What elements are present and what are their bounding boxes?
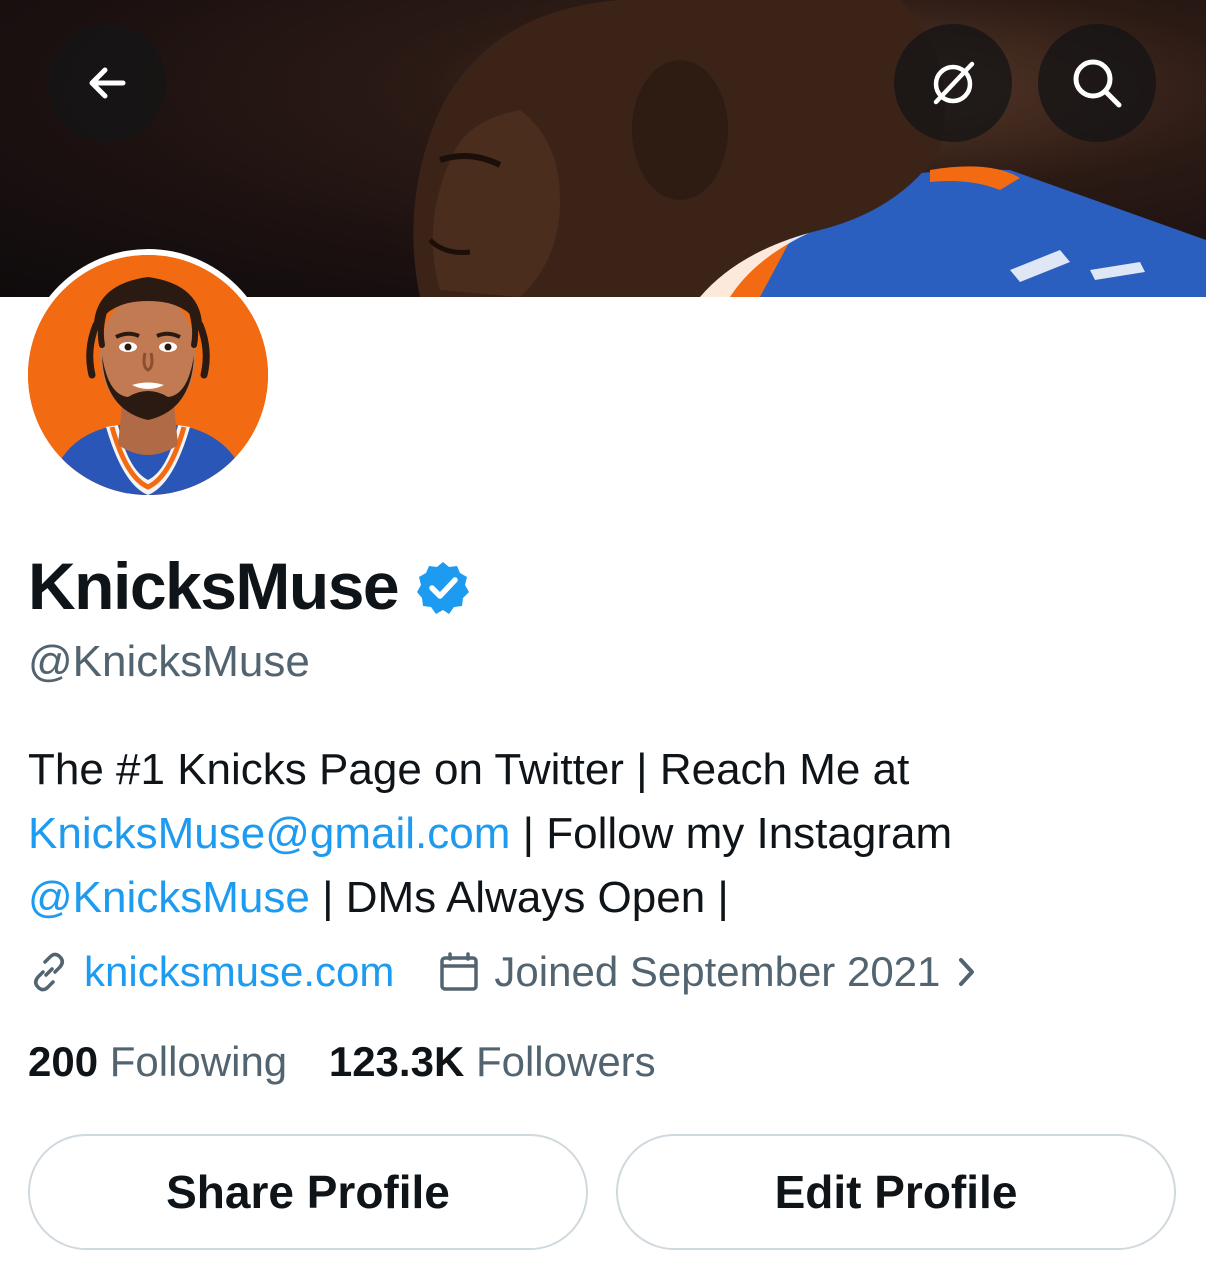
chevron-right-icon <box>959 958 975 986</box>
profile-stats: 200 Following 123.3K Followers <box>28 1038 656 1086</box>
slashed-circle-icon <box>933 61 975 105</box>
verified-badge-icon[interactable] <box>414 559 472 617</box>
back-button[interactable] <box>48 24 166 142</box>
following-stat[interactable]: 200 Following <box>28 1038 287 1085</box>
profile-meta: knicksmuse.com Joined September 2021 <box>28 948 978 996</box>
website-item[interactable]: knicksmuse.com <box>28 948 394 996</box>
bio-line-2: KnicksMuse@gmail.com | Follow my Instagr… <box>28 802 1178 866</box>
following-label: Following <box>109 1038 288 1085</box>
grok-button[interactable] <box>894 24 1012 142</box>
avatar-image <box>28 255 268 495</box>
avatar[interactable] <box>22 249 274 501</box>
bio-line-1: The #1 Knicks Page on Twitter | Reach Me… <box>28 745 910 794</box>
website-link[interactable]: knicksmuse.com <box>84 948 394 996</box>
share-profile-button[interactable]: Share Profile <box>28 1134 588 1250</box>
bio-email-link[interactable]: KnicksMuse@gmail.com <box>28 809 510 858</box>
bio-line-2-text: | Follow my Instagram <box>510 809 953 858</box>
joined-date: Joined September 2021 <box>494 948 941 995</box>
following-count: 200 <box>28 1038 99 1085</box>
link-icon <box>34 952 64 992</box>
followers-label: Followers <box>475 1038 656 1085</box>
edit-profile-button[interactable]: Edit Profile <box>616 1134 1176 1250</box>
bio-line-3-text: | DMs Always Open | <box>309 873 729 922</box>
search-button[interactable] <box>1038 24 1156 142</box>
bio-line-3: @KnicksMuse | DMs Always Open | <box>28 866 1178 930</box>
display-name: KnicksMuse <box>28 549 400 623</box>
followers-count: 123.3K <box>328 1038 465 1085</box>
handle: @KnicksMuse <box>28 637 310 686</box>
search-icon <box>1073 59 1122 108</box>
joined-item[interactable]: Joined September 2021 <box>438 948 978 996</box>
name-row: KnicksMuse <box>28 548 472 624</box>
calendar-icon <box>440 952 479 991</box>
bio-mention-link[interactable]: @KnicksMuse <box>28 873 310 922</box>
followers-stat[interactable]: 123.3K Followers <box>329 1038 656 1085</box>
bio: The #1 Knicks Page on Twitter | Reach Me… <box>28 738 1178 930</box>
arrow-left-icon <box>89 67 126 99</box>
